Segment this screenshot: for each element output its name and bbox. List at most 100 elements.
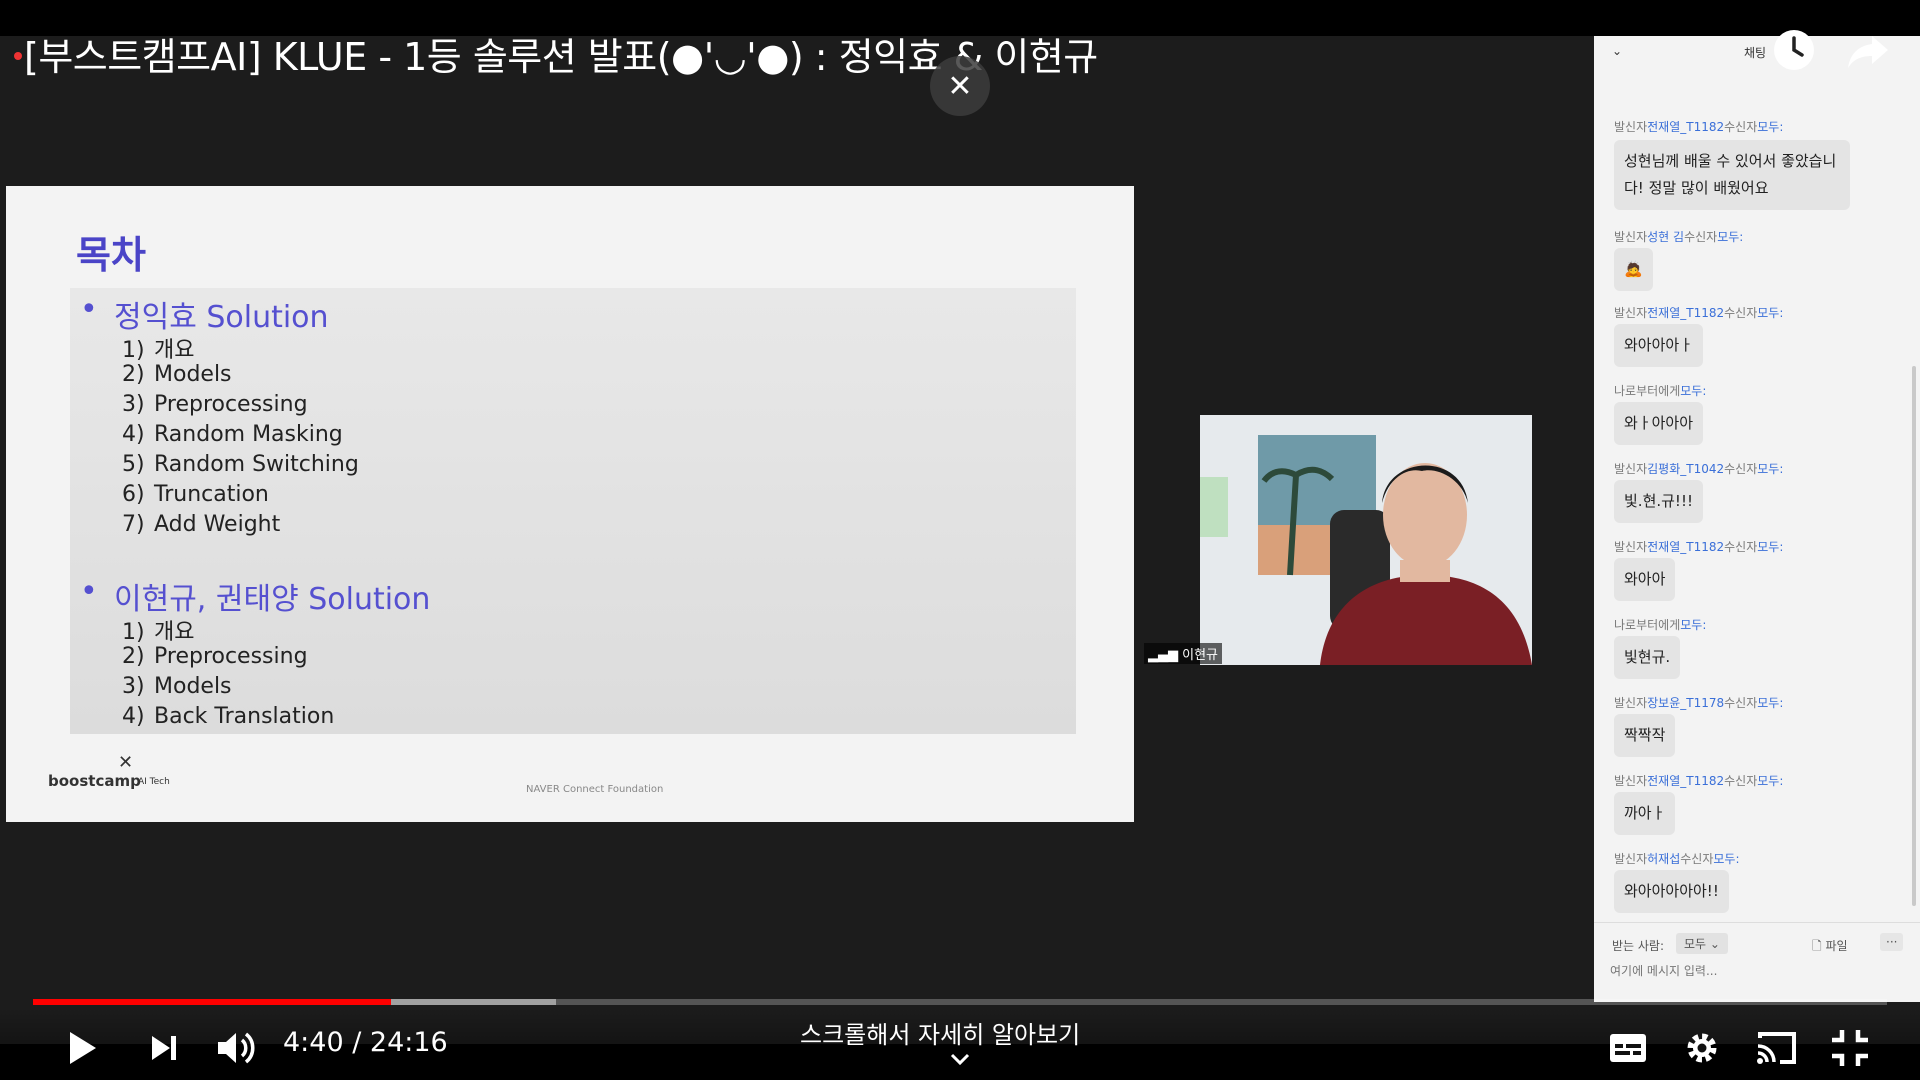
scroll-hint[interactable]: 스크롤해서 자세히 알아보기 (800, 1015, 1080, 1050)
presentation-slide: 목차 • 정익효 Solution 1) 개요 2) Models 3) Prepro… (6, 186, 1134, 822)
slide-list-item: 7) Add Weight (122, 512, 280, 537)
item-number: 4) (122, 704, 145, 729)
chat-message: 빛.현.규!!! (1614, 480, 1703, 523)
chat-header-title: 채팅 (1744, 46, 1767, 60)
file-icon: 🗋 (1812, 939, 1826, 953)
item-number: 2) (122, 362, 145, 387)
chat-panel: ⌄ 채팅 발신자전재열_T1182수신자모두: 성현님께 배울 수 있어서 좋았… (1594, 36, 1920, 1002)
signal-icon: ▂▄▆ (1148, 648, 1183, 663)
chat-meta: 발신자성현 김수신자모두: (1614, 230, 1744, 244)
bullet-icon: • (80, 574, 98, 609)
watch-later-icon[interactable] (1772, 28, 1816, 72)
item-number: 1) (122, 620, 145, 645)
close-button[interactable]: ✕ (930, 56, 990, 116)
item-label: Preprocessing (154, 644, 308, 669)
item-number: 1) (122, 338, 145, 363)
item-label: Models (154, 362, 232, 387)
chat-meta: 발신자전재열_T1182수신자모두: (1614, 306, 1784, 320)
chat-meta: 발신자허재섭수신자모두: (1614, 852, 1740, 866)
slide-list-item: 2) Preprocessing (122, 644, 308, 669)
slide-list-item: 5) Random Switching (122, 452, 359, 477)
chat-message: 짝짝작 (1614, 714, 1676, 757)
chat-meta: 발신자장보윤_T1178수신자모두: (1614, 696, 1784, 710)
item-label: Random Switching (154, 452, 359, 477)
item-number: 6) (122, 482, 145, 507)
chat-message: 와아아아ㅏ (1614, 324, 1704, 367)
participant-name-label: ▂▄▆ 이현규 (1144, 643, 1223, 664)
file-label: 파일 (1825, 939, 1848, 953)
slide-list-item: 1) 개요 (122, 332, 194, 364)
chat-meta: 발신자전재열_T1182수신자모두: (1614, 120, 1784, 134)
chat-scrollbar[interactable] (1912, 366, 1916, 906)
chevron-down-icon: ⌄ (1709, 937, 1720, 951)
boostcamp-logo: boostcamp (48, 772, 141, 790)
progress-played (33, 999, 391, 1005)
exit-fullscreen-icon[interactable] (1826, 1024, 1874, 1072)
item-number: 5) (122, 452, 145, 477)
item-number: 3) (122, 392, 145, 417)
slide-list-item: 2) Models (122, 362, 232, 387)
bullet-icon: • (80, 292, 98, 327)
slide-list-item: 1) 개요 (122, 614, 194, 646)
chat-message: 🙇 (1614, 248, 1653, 291)
chat-composer: 받는 사람: 모두 ⌄ 🗋 파일 ··· (1594, 922, 1920, 1002)
item-number: 4) (122, 422, 145, 447)
subtitles-icon[interactable] (1604, 1024, 1652, 1072)
chat-meta: 발신자전재열_T1182수신자모두: (1614, 774, 1784, 788)
chat-message: 까아ㅏ (1614, 792, 1676, 835)
recipient-value: 모두 (1684, 937, 1707, 951)
boostcamp-logo-sub: AI Tech (138, 777, 170, 787)
file-button[interactable]: 🗋 파일 (1812, 937, 1848, 958)
item-label: Back Translation (154, 704, 335, 729)
chat-message: 와아아아아아!! (1614, 870, 1729, 913)
item-number: 3) (122, 674, 145, 699)
chevron-down-icon[interactable]: ⌄ (1612, 44, 1622, 58)
slide-section-heading: • 이현규, 권태양 Solution (80, 574, 431, 618)
play-icon[interactable] (56, 1024, 104, 1072)
item-label: Random Masking (154, 422, 343, 447)
item-label: 개요 (154, 620, 195, 645)
slide-list-item: 6) Truncation (122, 482, 269, 507)
slide-list-item: 3) Models (122, 674, 232, 699)
chevron-down-icon[interactable] (949, 1052, 971, 1066)
slide-list-item: 4) Random Masking (122, 422, 343, 447)
chat-message: 와ㅏ아아아 (1614, 402, 1704, 445)
slide-section-heading: • 정익효 Solution (80, 292, 329, 336)
slide-list-item: 3) Preprocessing (122, 392, 308, 417)
more-options-button[interactable]: ··· (1880, 933, 1904, 951)
slide-title: 목차 (76, 233, 146, 277)
chat-meta: 발신자김평화_T1042수신자모두: (1614, 462, 1784, 476)
webcam-video (1200, 415, 1532, 665)
recipient-label: 받는 사람: (1612, 939, 1665, 953)
item-number: 2) (122, 644, 145, 669)
settings-icon[interactable] (1678, 1024, 1726, 1072)
chat-message: 와아아 (1614, 558, 1676, 601)
slide-footer: NAVER Connect Foundation (526, 784, 664, 795)
webcam-scene (1200, 415, 1532, 665)
boostcamp-logo-mark: ✕ (118, 752, 134, 773)
chat-message: 빛현규. (1614, 636, 1681, 679)
share-icon[interactable] (1844, 26, 1892, 74)
next-icon[interactable] (140, 1024, 188, 1072)
item-label: Preprocessing (154, 392, 308, 417)
item-label: 개요 (154, 338, 195, 363)
chat-meta: 나로부터에게모두: (1614, 384, 1707, 398)
chat-message-input[interactable] (1610, 959, 1900, 983)
recording-indicator (14, 52, 22, 60)
item-number: 7) (122, 512, 145, 537)
item-label: Truncation (154, 482, 269, 507)
cast-icon[interactable] (1752, 1024, 1800, 1072)
chat-message: 성현님께 배울 수 있어서 좋았습니다! 정말 많이 배웠어요 (1614, 140, 1850, 210)
volume-icon[interactable] (212, 1024, 260, 1072)
slide-content-box: • 정익효 Solution 1) 개요 2) Models 3) Preproces… (70, 288, 1076, 734)
recipient-select[interactable]: 모두 ⌄ (1676, 933, 1728, 954)
slide-list-item: 4) Back Translation (122, 704, 334, 729)
close-icon: ✕ (947, 68, 973, 104)
chat-meta: 발신자전재열_T1182수신자모두: (1614, 540, 1784, 554)
section-heading-text: 이현규, 권태양 Solution (114, 582, 431, 617)
participant-name: 이현규 (1182, 648, 1219, 663)
time-display: 4:40 / 24:16 (283, 1027, 448, 1058)
item-label: Models (154, 674, 232, 699)
chat-meta: 나로부터에게모두: (1614, 618, 1707, 632)
item-label: Add Weight (154, 512, 281, 537)
